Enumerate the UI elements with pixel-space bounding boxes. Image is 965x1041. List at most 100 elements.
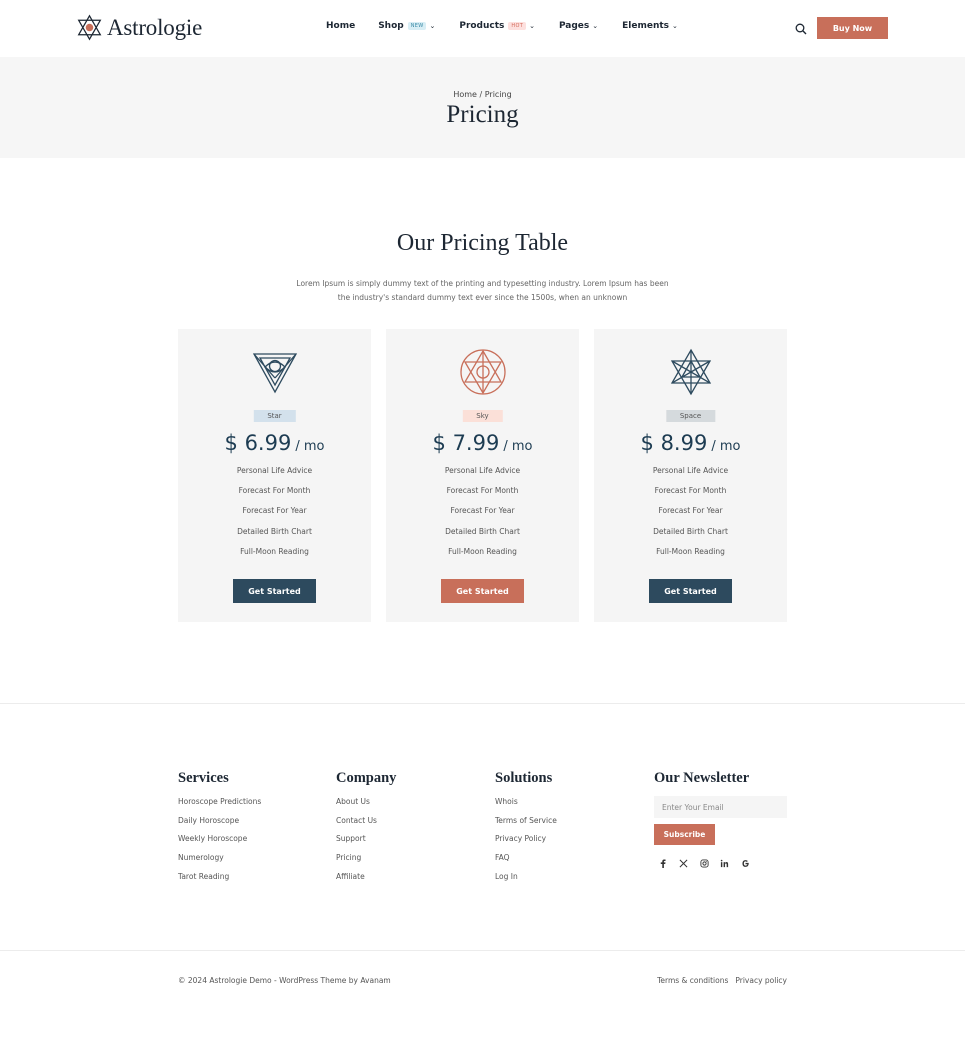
- footer-link[interactable]: Numerology: [178, 853, 261, 872]
- feature-item: Personal Life Advice: [444, 466, 521, 475]
- footer-link[interactable]: Whois: [495, 797, 557, 816]
- pricing-card-space: Space $ 8.99/ mo Personal Life Advice Fo…: [594, 329, 787, 622]
- pricing-heading: Our Pricing Table: [396, 230, 569, 256]
- footer-link[interactable]: Log In: [495, 872, 557, 891]
- feature-item: Detailed Birth Chart: [653, 526, 728, 536]
- feature-list: Personal Life Advice Forecast For Month …: [386, 466, 579, 567]
- feature-list: Personal Life Advice Forecast For Month …: [594, 466, 787, 567]
- buy-now-button[interactable]: Buy Now: [817, 17, 888, 39]
- search-icon[interactable]: [795, 23, 807, 35]
- price-amount: $ 6.99: [224, 431, 292, 455]
- chevron-down-icon: ⌄: [672, 22, 678, 30]
- bottom-divider: [0, 950, 965, 951]
- pricing-card-sky: Sky $ 7.99/ mo Personal Life Advice Fore…: [386, 329, 579, 622]
- nav-products[interactable]: Products HOT ⌄: [459, 21, 535, 31]
- page-title: Pricing: [446, 101, 519, 128]
- footer-link[interactable]: Privacy Policy: [495, 834, 557, 853]
- feature-item: Forecast For Year: [242, 506, 307, 516]
- footer-company-title: Company: [336, 770, 397, 786]
- footer-link[interactable]: Pricing: [336, 853, 396, 872]
- plan-badge: Sky: [462, 410, 503, 422]
- instagram-icon[interactable]: [699, 858, 709, 868]
- facebook-icon[interactable]: [658, 858, 668, 868]
- chevron-down-icon: ⌄: [429, 22, 436, 30]
- subscribe-button[interactable]: Subscribe: [654, 824, 715, 845]
- nav-home-label: Home: [326, 21, 356, 31]
- star-hexagram-icon: [670, 348, 712, 396]
- feature-item: Personal Life Advice: [236, 466, 313, 475]
- get-started-button[interactable]: Get Started: [233, 579, 316, 603]
- feature-item: Personal Life Advice: [652, 466, 729, 475]
- chevron-down-icon: ⌄: [592, 22, 599, 30]
- footer-company: Company About Us Contact Us Support Pric…: [336, 770, 396, 890]
- plan-price: $ 7.99/ mo: [386, 431, 579, 455]
- price-period: / mo: [711, 439, 741, 454]
- footer-link[interactable]: Weekly Horoscope: [178, 834, 261, 853]
- price-amount: $ 8.99: [640, 431, 708, 455]
- footer-services: Services Horoscope Predictions Daily Hor…: [178, 770, 261, 890]
- footer-link[interactable]: Terms of Service: [495, 816, 557, 835]
- feature-list: Personal Life Advice Forecast For Month …: [178, 466, 371, 567]
- nav-shop[interactable]: Shop NEW ⌄: [378, 21, 435, 31]
- get-started-button[interactable]: Get Started: [649, 579, 732, 603]
- get-started-button[interactable]: Get Started: [441, 579, 524, 603]
- footer-divider: [0, 703, 965, 704]
- footer-link[interactable]: Tarot Reading: [178, 872, 261, 891]
- feature-item: Forecast For Year: [658, 506, 723, 516]
- feature-item: Full-Moon Reading: [448, 546, 517, 556]
- feature-item: Forecast For Month: [238, 486, 311, 496]
- social-links: [658, 858, 761, 868]
- footer-link[interactable]: Support: [336, 834, 396, 853]
- nav-shop-label: Shop: [378, 21, 404, 31]
- breadcrumb-home[interactable]: Home: [453, 90, 477, 99]
- nav-elements-label: Elements: [622, 21, 670, 31]
- price-period: / mo: [503, 439, 533, 454]
- nav-home[interactable]: Home: [326, 21, 355, 31]
- nav-products-label: Products: [459, 21, 505, 31]
- main-nav: Home Shop NEW ⌄ Products HOT ⌄ Pages ⌄ E…: [326, 21, 678, 31]
- email-field[interactable]: [654, 796, 787, 818]
- feature-item: Forecast For Month: [654, 486, 727, 496]
- feature-item: Full-Moon Reading: [240, 546, 309, 556]
- logo[interactable]: Astrologie: [76, 14, 202, 41]
- footer-link[interactable]: Contact Us: [336, 816, 396, 835]
- hexagram-logo-icon: [77, 14, 102, 41]
- page-title-band: Home / Pricing Pricing: [0, 57, 965, 158]
- google-icon[interactable]: [740, 858, 750, 868]
- footer-link[interactable]: FAQ: [495, 853, 557, 872]
- nav-pages[interactable]: Pages ⌄: [559, 21, 598, 31]
- hot-badge: HOT: [508, 22, 527, 30]
- pricing-description: Lorem Ipsum is simply dummy text of the …: [296, 279, 669, 302]
- new-badge: NEW: [407, 22, 427, 30]
- nav-elements[interactable]: Elements ⌄: [622, 21, 678, 31]
- footer-solutions-title: Solutions: [495, 770, 553, 786]
- footer-link[interactable]: Horoscope Predictions: [178, 797, 261, 816]
- breadcrumb-separator: /: [476, 90, 485, 99]
- plan-price: $ 8.99/ mo: [594, 431, 787, 455]
- site-header: Astrologie Home Shop NEW ⌄ Products HOT …: [0, 0, 965, 57]
- terms-link[interactable]: Terms & conditions: [657, 976, 728, 985]
- plan-badge: Star: [253, 410, 296, 422]
- triangle-eye-icon: [252, 353, 298, 394]
- footer-link[interactable]: About Us: [336, 797, 396, 816]
- feature-item: Full-Moon Reading: [656, 546, 725, 556]
- feature-item: Forecast For Year: [450, 506, 515, 516]
- feature-item: Detailed Birth Chart: [237, 526, 312, 536]
- chevron-down-icon: ⌄: [529, 22, 535, 30]
- privacy-link[interactable]: Privacy policy: [735, 976, 787, 985]
- logo-text: Astrologie: [107, 14, 203, 40]
- footer-services-title: Services: [178, 770, 229, 786]
- plan-price: $ 6.99/ mo: [178, 431, 371, 455]
- nav-pages-label: Pages: [558, 21, 590, 31]
- breadcrumb: Home / Pricing: [0, 90, 965, 99]
- copyright-text: © 2024 Astrologie Demo - WordPress Theme…: [178, 976, 391, 985]
- price-amount: $ 7.99: [432, 431, 500, 455]
- pricing-card-star: Star $ 6.99/ mo Personal Life Advice For…: [178, 329, 371, 622]
- plan-badge: Space: [665, 410, 716, 422]
- breadcrumb-current: Pricing: [484, 90, 512, 99]
- linkedin-icon[interactable]: [720, 858, 730, 868]
- footer-link[interactable]: Daily Horoscope: [178, 816, 261, 835]
- footer-newsletter-title: Our Newsletter: [654, 770, 750, 786]
- footer-link[interactable]: Affiliate: [336, 872, 396, 891]
- x-icon[interactable]: [679, 858, 689, 868]
